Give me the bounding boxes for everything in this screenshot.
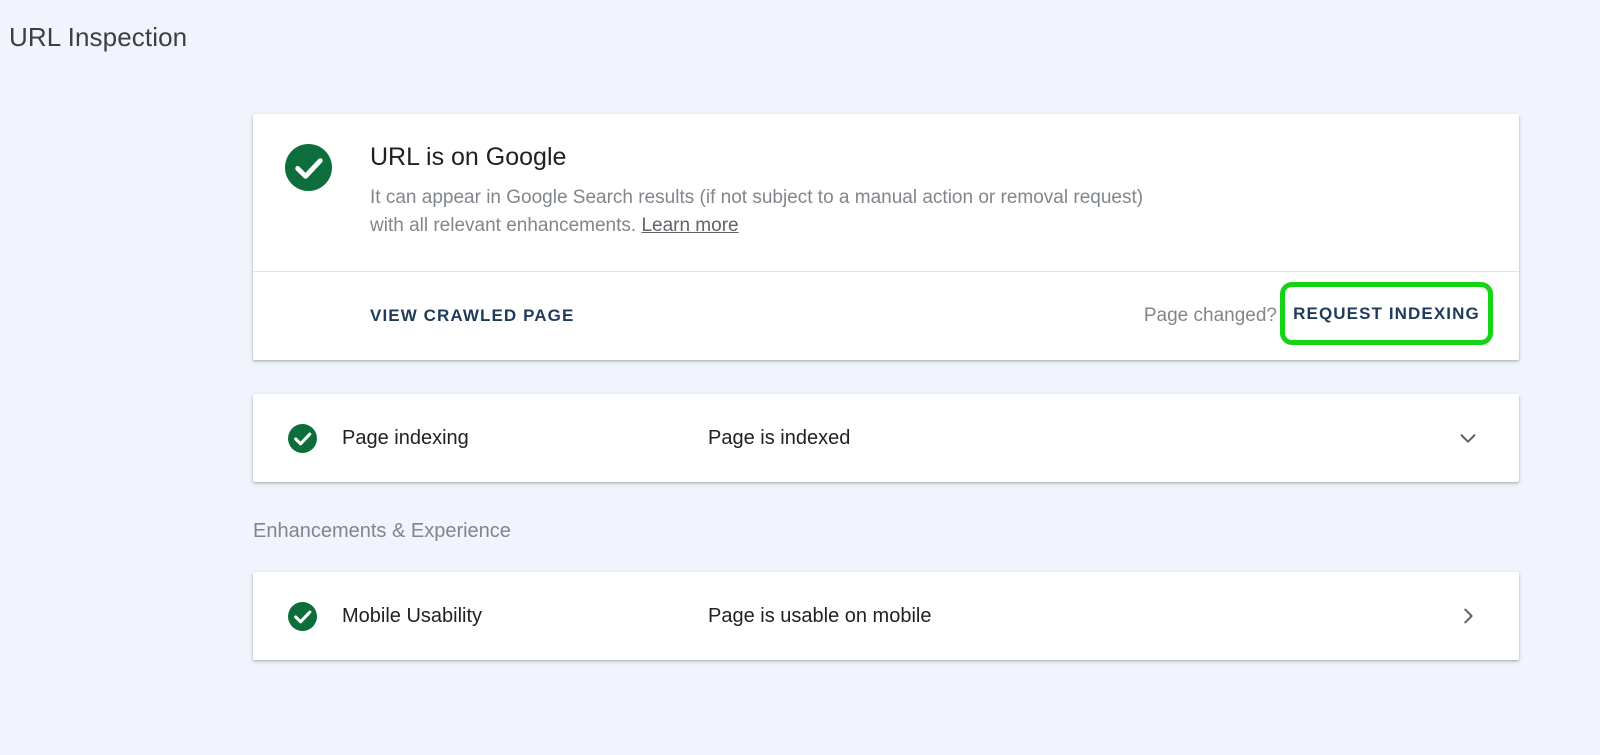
check-circle-icon — [285, 144, 332, 191]
page-changed-label: Page changed? — [1143, 305, 1277, 326]
summary-title: URL is on Google — [370, 143, 567, 171]
check-circle-icon — [288, 602, 317, 631]
view-crawled-page-button[interactable]: VIEW CRAWLED PAGE — [370, 272, 574, 360]
page-indexing-row[interactable]: Page indexing Page is indexed — [253, 394, 1519, 482]
mobile-usability-status: Page is usable on mobile — [708, 605, 932, 627]
summary-description-text: It can appear in Google Search results (… — [370, 187, 1144, 236]
chevron-right-icon[interactable] — [1457, 605, 1479, 627]
enhancements-section-label: Enhancements & Experience — [253, 520, 511, 542]
inspection-summary-card: URL is on Google It can appear in Google… — [253, 114, 1519, 360]
learn-more-link[interactable]: Learn more — [641, 215, 738, 236]
mobile-usability-label: Mobile Usability — [342, 605, 483, 627]
check-circle-icon — [288, 424, 317, 453]
summary-description: It can appear in Google Search results (… — [370, 184, 1160, 240]
request-indexing-button[interactable]: REQUEST INDEXING — [1280, 282, 1493, 345]
summary-header: URL is on Google It can appear in Google… — [253, 114, 1519, 272]
chevron-down-icon[interactable] — [1457, 427, 1479, 449]
page-indexing-status: Page is indexed — [708, 427, 851, 449]
page-indexing-label: Page indexing — [342, 427, 469, 449]
page-title: URL Inspection — [9, 22, 188, 52]
mobile-usability-row[interactable]: Mobile Usability Page is usable on mobil… — [253, 572, 1519, 660]
summary-actions: VIEW CRAWLED PAGE Page changed? REQUEST … — [253, 272, 1519, 360]
